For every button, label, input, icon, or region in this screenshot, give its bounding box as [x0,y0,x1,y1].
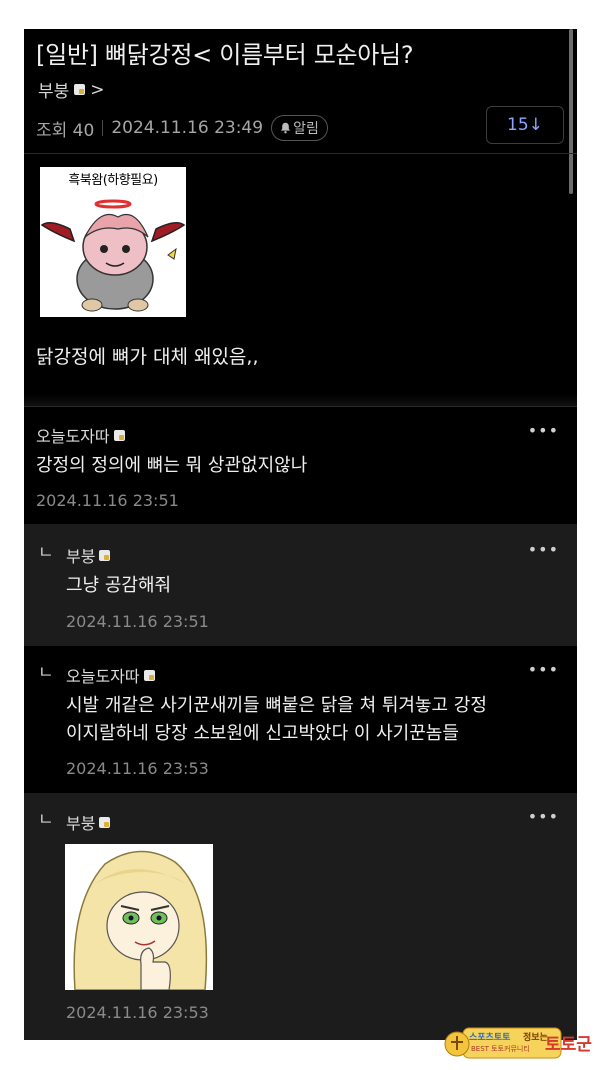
watermark-brand: 토토군 [545,1035,592,1055]
comment-author-name[interactable]: 부붕 [66,810,95,834]
watermark-sub: BEST 토토커뮤니티 [471,1045,530,1053]
comment-author[interactable]: 부붕 [66,543,111,567]
more-options-icon[interactable]: ••• [528,540,559,559]
post-title: [일반] 뼈닭강정< 이름부터 모순아님? [36,41,414,69]
comment-date: 2024.11.16 23:53 [66,759,209,778]
member-badge-icon [74,84,86,95]
scrollbar[interactable] [569,29,573,194]
reply-arrow-icon: ㄴ [38,543,54,563]
comment-count-button[interactable]: 15↓ [486,106,564,144]
comment-author[interactable]: 부붕 [66,810,111,834]
reply-sticker-image[interactable] [65,844,213,990]
comment-text-line-2: 이지랄하네 당장 소보원에 신고박았다 이 사기꾼놈들 [66,723,459,744]
bell-icon [281,122,291,134]
alarm-label: 알림 [293,121,319,137]
author-name[interactable]: 부붕 [38,77,69,102]
comment-text: 그냥 공감해줘 [66,575,172,596]
thumbs-up-character-drawing [73,850,208,990]
reply-arrow-icon: ㄴ [38,810,54,830]
member-badge-icon [99,816,111,828]
comment-author[interactable]: 오늘도자따 [36,423,125,447]
header-divider [24,153,577,154]
more-options-icon[interactable]: ••• [528,421,559,440]
content-fade [24,394,577,406]
comment-text: 강정의 정의에 뼈는 뭐 상관없지않나 [36,455,308,476]
watermark-logo: 스포츠토토 정보는 BEST 토토커뮤니티 토토군 [443,1022,593,1064]
chevron-right-icon[interactable]: > [90,80,104,100]
comment-author[interactable]: 오늘도자따 [66,663,155,687]
view-count: 조회 40 [36,120,95,141]
comment-date: 2024.11.16 23:51 [36,491,179,510]
member-badge-icon [143,669,155,681]
alarm-button[interactable]: 알림 [271,115,328,141]
post-body: 닭강정에 뼈가 대체 왜있음,, [36,346,259,368]
reply-item: ㄴ 오늘도자따 ••• 시발 개같은 사기꾼새끼들 뼈붙은 닭을 쳐 튀겨놓고 … [24,646,577,793]
comment-item: 오늘도자따 ••• 강정의 정의에 뼈는 뭐 상관없지않나 2024.11.16… [24,407,577,524]
more-options-icon[interactable]: ••• [528,807,559,826]
member-badge-icon [113,429,125,441]
reply-item: ㄴ 부붕 ••• 그냥 공감해줘 2024.11.16 23:51 [24,524,577,646]
reply-arrow-icon: ㄴ [38,663,54,683]
meta-separator [102,120,104,136]
horned-character-drawing [40,199,186,312]
comment-author-name[interactable]: 오늘도자따 [36,423,110,447]
more-options-icon[interactable]: ••• [528,660,559,679]
post-date: 2024.11.16 23:49 [111,118,264,138]
comment-author-name[interactable]: 부붕 [66,543,95,567]
comment-text-line-1: 시발 개같은 사기꾼새끼들 뼈붙은 닭을 쳐 튀겨놓고 강정 [66,695,487,716]
post-meta: 조회 40 2024.11.16 23:49 알림 [36,115,328,141]
post-image[interactable]: 흑북왐(하향필요) [40,167,186,317]
comment-date: 2024.11.16 23:51 [66,612,209,631]
comment-author-name[interactable]: 오늘도자따 [66,663,140,687]
watermark-line1: 스포츠토토 [469,1033,511,1043]
post-author[interactable]: 부붕 > [38,77,105,103]
app-screen: [일반] 뼈닭강정< 이름부터 모순아님? 부붕 > 조회 40 2024.11… [24,29,577,1040]
comment-date: 2024.11.16 23:53 [66,1003,209,1022]
member-badge-icon [99,549,111,561]
